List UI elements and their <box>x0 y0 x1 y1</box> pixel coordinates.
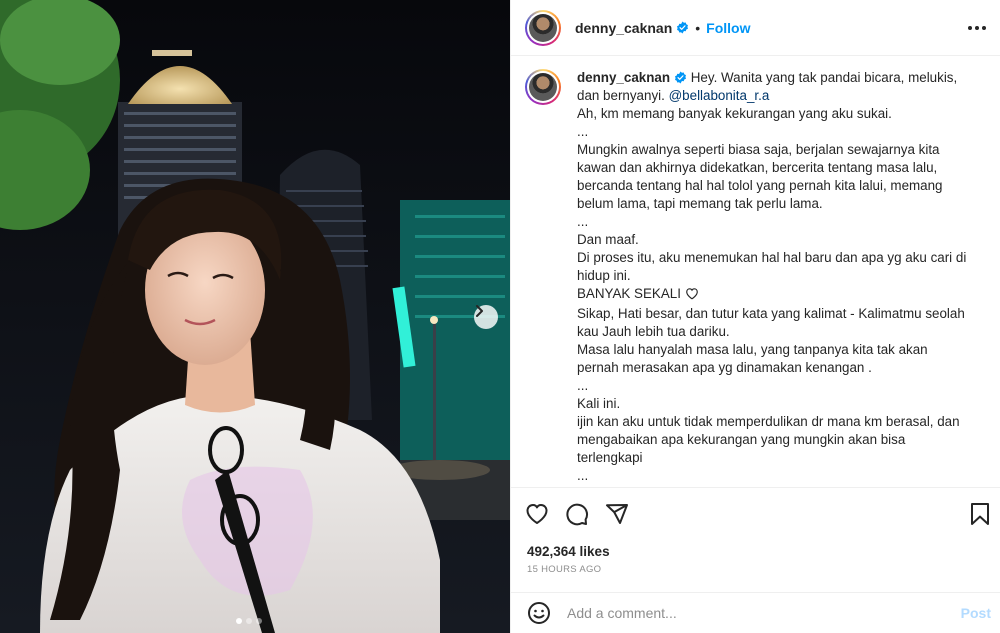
caption-line: ... <box>577 378 589 393</box>
carousel-dot <box>256 618 262 624</box>
carousel-dot <box>236 618 242 624</box>
post-comment-button[interactable]: Post <box>961 605 991 621</box>
heart-outline-icon <box>685 287 699 305</box>
comment-icon[interactable] <box>565 502 589 526</box>
header-username[interactable]: denny_caknan <box>575 20 672 36</box>
emoji-icon[interactable] <box>527 601 551 625</box>
action-bar <box>511 487 1000 539</box>
like-count[interactable]: 492,364 likes <box>527 544 610 559</box>
bookmark-icon[interactable] <box>969 502 991 531</box>
caption-line: terlengkapi <box>577 450 643 465</box>
photo-illustration <box>0 0 510 633</box>
caption-line: Mungkin awalnya seperti biasa saja, berj… <box>577 142 940 157</box>
caption-line: Hey. Wanita yang tak pandai bicara, melu… <box>687 70 958 85</box>
carousel-dot <box>246 618 252 624</box>
caption-username[interactable]: denny_caknan <box>577 70 670 85</box>
post-timestamp[interactable]: 15 HOURS AGO <box>527 564 601 575</box>
caption-line: Masa lalu hanyalah masa lalu, yang tanpa… <box>577 342 928 357</box>
caption-line: Sikap, Hati besar, dan tutur kata yang k… <box>577 306 965 321</box>
mention-link[interactable]: @bellabonita_r.a <box>669 88 770 103</box>
post-photo[interactable] <box>0 0 510 633</box>
carousel-indicator <box>236 618 262 624</box>
caption-line: pernah merasakan apa yg dinamakan kenang… <box>577 360 872 375</box>
avatar[interactable] <box>525 9 561 46</box>
caption-line: Kali ini. <box>577 396 621 411</box>
caption-line: dan bernyanyi. <box>577 88 669 103</box>
heart-icon[interactable] <box>525 502 549 526</box>
caption-line: Ah, km memang banyak kekurangan yang aku… <box>577 106 892 121</box>
caption-line: ... <box>577 468 589 483</box>
caption-line: hidup ini. <box>577 268 631 283</box>
caption-line: BANYAK SEKALI <box>577 286 685 301</box>
caption-line: mengabaikan apa kekurangan yang mungkin … <box>577 432 906 447</box>
share-icon[interactable] <box>605 502 629 526</box>
caption-line: belum lama, tapi memang tak perlu lama. <box>577 196 823 211</box>
caption-text: denny_caknan Hey. Wanita yang tak pandai… <box>577 69 987 485</box>
post-detail-panel: denny_caknan • Follow denny_caknan Hey. … <box>510 0 1000 633</box>
caption-line: ... <box>577 124 589 139</box>
follow-button[interactable]: Follow <box>706 20 750 36</box>
caption-line: Dan maaf. <box>577 232 639 247</box>
caption-avatar[interactable] <box>525 69 561 105</box>
caption-line: kau Jauh lebih tua dariku. <box>577 324 730 339</box>
caption-line: Di proses itu, aku menemukan hal hal bar… <box>577 250 967 265</box>
caption-line: bercanda tentang hal hal tolol yang pern… <box>577 178 943 193</box>
comment-input[interactable] <box>567 605 927 621</box>
caption-line: kawan dan akhirnya didekatkan, bercerita… <box>577 160 938 175</box>
caption-area: denny_caknan Hey. Wanita yang tak pandai… <box>511 57 1000 487</box>
caption-line: ... <box>577 214 589 229</box>
separator-dot: • <box>695 19 701 36</box>
verified-badge-icon <box>674 71 687 84</box>
verified-badge-icon <box>676 21 689 34</box>
caption-line: ijin kan aku untuk tidak memperdulikan d… <box>577 414 960 429</box>
comment-bar: Post <box>511 592 1000 633</box>
carousel-next-button[interactable] <box>474 305 498 329</box>
post-header: denny_caknan • Follow <box>511 0 1000 56</box>
chevron-right-icon <box>476 305 483 317</box>
more-options-icon[interactable] <box>967 18 987 43</box>
